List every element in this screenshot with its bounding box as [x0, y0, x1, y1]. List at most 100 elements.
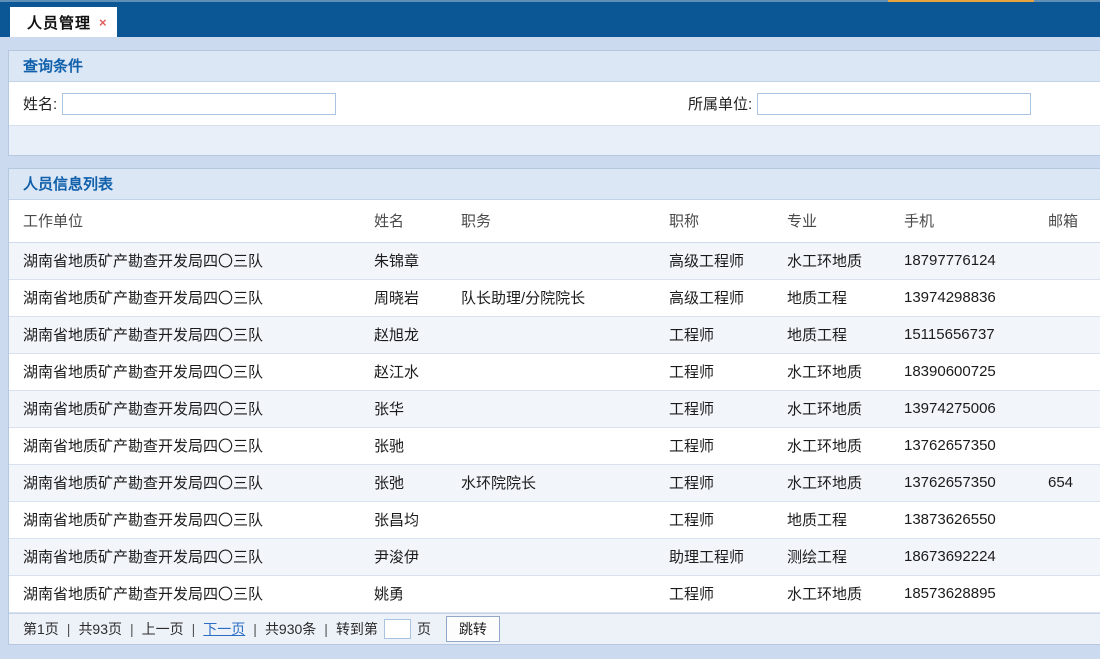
tab-personnel-management[interactable]: 人员管理 ×	[10, 7, 117, 37]
table-cell	[461, 316, 669, 353]
personnel-table-body: 湖南省地质矿产勘查开发局四〇三队朱锦章高级工程师水工环地质18797776124…	[9, 242, 1100, 612]
table-cell: 湖南省地质矿产勘查开发局四〇三队	[9, 390, 374, 427]
unit-field-label: 所属单位:	[688, 93, 752, 114]
table-cell: 13974298836	[904, 279, 1048, 316]
table-cell: 18673692224	[904, 538, 1048, 575]
total-records-info: 共930条	[265, 619, 316, 639]
table-row[interactable]: 湖南省地质矿产勘查开发局四〇三队周晓岩队长助理/分院院长高级工程师地质工程139…	[9, 279, 1100, 316]
table-cell: 18573628895	[904, 575, 1048, 612]
table-cell: 工程师	[669, 390, 787, 427]
table-cell	[1048, 279, 1100, 316]
table-cell: 13873626550	[904, 501, 1048, 538]
pagination-separator: |	[192, 621, 196, 637]
table-cell: 张驰	[374, 427, 461, 464]
table-cell	[461, 501, 669, 538]
table-cell: 水工环地质	[787, 575, 904, 612]
table-cell: 湖南省地质矿产勘查开发局四〇三队	[9, 501, 374, 538]
current-page-info: 第1页	[23, 619, 59, 639]
prev-page-button[interactable]: 上一页	[142, 619, 184, 639]
table-row[interactable]: 湖南省地质矿产勘查开发局四〇三队朱锦章高级工程师水工环地质18797776124	[9, 242, 1100, 279]
table-cell: 水环院院长	[461, 464, 669, 501]
table-cell: 13974275006	[904, 390, 1048, 427]
table-cell: 水工环地质	[787, 353, 904, 390]
table-cell: 工程师	[669, 501, 787, 538]
table-row[interactable]: 湖南省地质矿产勘查开发局四〇三队张华工程师水工环地质13974275006	[9, 390, 1100, 427]
table-row[interactable]: 湖南省地质矿产勘查开发局四〇三队姚勇 工程师水工环地质18573628895	[9, 575, 1100, 612]
table-cell	[461, 538, 669, 575]
table-cell	[461, 353, 669, 390]
table-cell: 尹浚伊	[374, 538, 461, 575]
table-cell: 工程师	[669, 316, 787, 353]
table-cell: 水工环地质	[787, 242, 904, 279]
table-cell: 工程师	[669, 353, 787, 390]
table-cell: 水工环地质	[787, 464, 904, 501]
table-cell: 湖南省地质矿产勘查开发局四〇三队	[9, 279, 374, 316]
tab-bar: 人员管理 ×	[0, 2, 1100, 37]
total-pages-info: 共93页	[78, 619, 122, 639]
table-cell: 周晓岩	[374, 279, 461, 316]
column-header: 邮箱	[1048, 200, 1100, 242]
column-header: 职称	[669, 200, 787, 242]
name-field-label: 姓名:	[23, 93, 57, 114]
top-edge-orange-segment	[888, 0, 1034, 2]
table-cell	[1048, 538, 1100, 575]
table-cell	[1048, 242, 1100, 279]
top-edge-strip	[0, 0, 1100, 2]
table-cell: 18797776124	[904, 242, 1048, 279]
table-cell	[1048, 427, 1100, 464]
table-cell: 13762657350	[904, 427, 1048, 464]
table-cell: 赵江水	[374, 353, 461, 390]
jump-button[interactable]: 跳转	[446, 616, 500, 642]
table-row[interactable]: 湖南省地质矿产勘查开发局四〇三队张昌均 工程师地质工程13873626550	[9, 501, 1100, 538]
goto-page-input[interactable]	[384, 619, 411, 639]
table-cell	[1048, 501, 1100, 538]
column-header: 专业	[787, 200, 904, 242]
table-cell: 13762657350	[904, 464, 1048, 501]
table-cell: 工程师	[669, 575, 787, 612]
next-page-link[interactable]: 下一页	[203, 619, 245, 639]
table-cell: 地质工程	[787, 279, 904, 316]
table-row[interactable]: 湖南省地质矿产勘查开发局四〇三队张驰工程师水工环地质13762657350	[9, 427, 1100, 464]
close-icon[interactable]: ×	[99, 16, 107, 29]
table-cell: 张华	[374, 390, 461, 427]
table-cell: 湖南省地质矿产勘查开发局四〇三队	[9, 353, 374, 390]
table-cell: 地质工程	[787, 501, 904, 538]
table-cell: 湖南省地质矿产勘查开发局四〇三队	[9, 427, 374, 464]
table-cell: 姚勇	[374, 575, 461, 612]
name-input[interactable]	[62, 93, 336, 115]
table-cell: 张昌均	[374, 501, 461, 538]
table-cell	[461, 575, 669, 612]
table-row[interactable]: 湖南省地质矿产勘查开发局四〇三队尹浚伊助理工程师测绘工程18673692224	[9, 538, 1100, 575]
query-panel: 查询条件 姓名: 所属单位:	[8, 50, 1100, 156]
table-cell	[461, 427, 669, 464]
pagination-separator: |	[324, 621, 328, 637]
table-cell: 湖南省地质矿产勘查开发局四〇三队	[9, 575, 374, 612]
table-cell: 湖南省地质矿产勘查开发局四〇三队	[9, 538, 374, 575]
personnel-management-page: { "top_tab": { "label": "人员管理", "close_i…	[0, 0, 1100, 659]
name-field-group: 姓名:	[23, 82, 336, 125]
unit-input[interactable]	[757, 93, 1031, 115]
query-panel-title: 查询条件	[9, 51, 1100, 82]
table-row[interactable]: 湖南省地质矿产勘查开发局四〇三队赵江水工程师水工环地质18390600725	[9, 353, 1100, 390]
query-panel-footer	[9, 125, 1100, 155]
table-cell: 654	[1048, 464, 1100, 501]
pagination-bar: 第1页 | 共93页 | 上一页 | 下一页 | 共930条 | 转到第 页 跳…	[9, 613, 1100, 644]
table-cell: 测绘工程	[787, 538, 904, 575]
table-cell: 高级工程师	[669, 279, 787, 316]
table-cell: 工程师	[669, 464, 787, 501]
personnel-list-panel: 人员信息列表 工作单位姓名职务职称专业手机邮箱 湖南省地质矿产勘查开发局四〇三队…	[8, 168, 1100, 645]
tab-label: 人员管理	[27, 12, 91, 33]
table-cell	[1048, 390, 1100, 427]
table-cell	[1048, 353, 1100, 390]
unit-field-group: 所属单位:	[688, 82, 1031, 125]
table-cell: 队长助理/分院院长	[461, 279, 669, 316]
column-header: 手机	[904, 200, 1048, 242]
list-panel-title: 人员信息列表	[9, 169, 1100, 200]
table-cell: 地质工程	[787, 316, 904, 353]
table-row[interactable]: 湖南省地质矿产勘查开发局四〇三队赵旭龙工程师地质工程15115656737	[9, 316, 1100, 353]
pagination-separator: |	[67, 621, 71, 637]
table-row[interactable]: 湖南省地质矿产勘查开发局四〇三队张弛水环院院长工程师水工环地质137626573…	[9, 464, 1100, 501]
table-cell: 湖南省地质矿产勘查开发局四〇三队	[9, 464, 374, 501]
table-cell	[1048, 316, 1100, 353]
goto-page-suffix: 页	[417, 619, 431, 639]
